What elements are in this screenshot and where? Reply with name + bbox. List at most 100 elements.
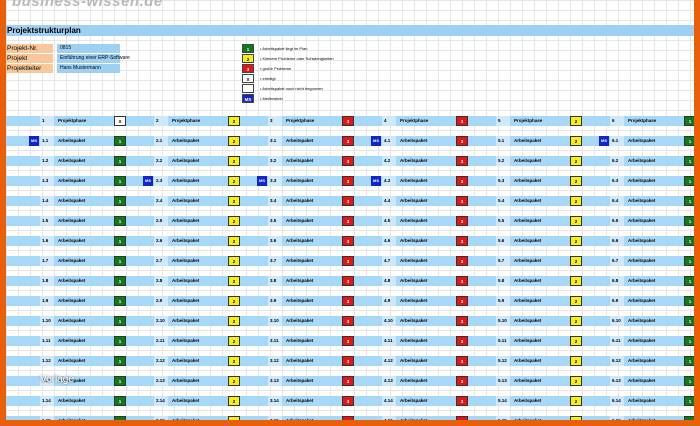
work-package-status-badge[interactable]: 2 <box>570 276 582 286</box>
work-package-name[interactable]: Arbeitspaket <box>284 276 313 286</box>
work-package-status-badge[interactable]: 1 <box>684 336 694 346</box>
work-package-name[interactable]: Arbeitspaket <box>626 316 655 326</box>
work-package-name[interactable]: Arbeitspaket <box>170 336 199 346</box>
work-package-status-badge[interactable]: 1 <box>684 236 694 246</box>
phase-status-badge[interactable]: 3 <box>456 116 468 126</box>
work-package-name[interactable]: Arbeitspaket <box>284 136 313 146</box>
work-package-status-badge[interactable]: 2 <box>228 276 240 286</box>
work-package-name[interactable]: Arbeitspaket <box>398 416 427 420</box>
work-package-status-badge[interactable]: 3 <box>342 416 354 420</box>
work-package-status-badge[interactable]: 3 <box>456 156 468 166</box>
work-package-name[interactable]: Arbeitspaket <box>512 216 541 226</box>
work-package-name[interactable]: Arbeitspaket <box>56 416 85 420</box>
work-package-name[interactable]: Arbeitspaket <box>284 176 313 186</box>
work-package-name[interactable]: Arbeitspaket <box>512 236 541 246</box>
work-package-name[interactable]: Arbeitspaket <box>512 196 541 206</box>
work-package-status-badge[interactable]: 1 <box>684 376 694 386</box>
work-package-name[interactable]: Arbeitspaket <box>398 176 427 186</box>
work-package-name[interactable]: Arbeitspaket <box>512 176 541 186</box>
work-package-status-badge[interactable]: 1 <box>114 336 126 346</box>
work-package-name[interactable]: Arbeitspaket <box>398 196 427 206</box>
work-package-name[interactable]: Arbeitspaket <box>512 396 541 406</box>
work-package-name[interactable]: Arbeitspaket <box>284 156 313 166</box>
work-package-name[interactable]: Arbeitspaket <box>284 316 313 326</box>
work-package-name[interactable]: Arbeitspaket <box>398 136 427 146</box>
work-package-status-badge[interactable]: 1 <box>114 276 126 286</box>
work-package-status-badge[interactable]: 3 <box>342 136 354 146</box>
work-package-status-badge[interactable]: 3 <box>342 236 354 246</box>
work-package-status-badge[interactable]: 1 <box>684 356 694 366</box>
work-package-name[interactable]: Arbeitspaket <box>512 316 541 326</box>
work-package-status-badge[interactable]: 1 <box>684 276 694 286</box>
phase-status-badge[interactable]: 2 <box>570 116 582 126</box>
work-package-status-badge[interactable]: 1 <box>684 396 694 406</box>
work-package-name[interactable]: Arbeitspaket <box>284 396 313 406</box>
phase-status-badge[interactable]: 3 <box>342 116 354 126</box>
work-package-status-badge[interactable]: 3 <box>456 256 468 266</box>
work-package-name[interactable]: Arbeitspaket <box>626 256 655 266</box>
work-package-status-badge[interactable]: 2 <box>228 356 240 366</box>
work-package-name[interactable]: Arbeitspaket <box>398 276 427 286</box>
work-package-status-badge[interactable]: 1 <box>114 156 126 166</box>
work-package-status-badge[interactable]: 3 <box>342 336 354 346</box>
work-package-status-badge[interactable]: 3 <box>342 256 354 266</box>
work-package-name[interactable]: Arbeitspaket <box>284 336 313 346</box>
work-package-name[interactable]: Arbeitspaket <box>398 216 427 226</box>
work-package-status-badge[interactable]: 2 <box>228 416 240 420</box>
work-package-name[interactable]: Arbeitspaket <box>170 356 199 366</box>
work-package-name[interactable]: Arbeitspaket <box>56 136 85 146</box>
work-package-name[interactable]: Arbeitspaket <box>626 236 655 246</box>
work-package-status-badge[interactable]: 3 <box>456 316 468 326</box>
work-package-status-badge[interactable]: 3 <box>342 176 354 186</box>
work-package-name[interactable]: Arbeitspaket <box>284 296 313 306</box>
work-package-name[interactable]: Arbeitspaket <box>512 256 541 266</box>
work-package-status-badge[interactable]: 1 <box>684 216 694 226</box>
work-package-status-badge[interactable]: 2 <box>570 296 582 306</box>
work-package-name[interactable]: Arbeitspaket <box>512 276 541 286</box>
work-package-name[interactable]: Arbeitspaket <box>398 376 427 386</box>
work-package-status-badge[interactable]: 2 <box>228 376 240 386</box>
project-manager-value[interactable]: Hans Mustermann <box>57 64 120 73</box>
work-package-name[interactable]: Arbeitspaket <box>626 176 655 186</box>
work-package-status-badge[interactable]: 1 <box>114 316 126 326</box>
work-package-name[interactable]: Arbeitspaket <box>398 396 427 406</box>
work-package-status-badge[interactable]: 3 <box>342 376 354 386</box>
work-package-name[interactable]: Arbeitspaket <box>170 256 199 266</box>
work-package-name[interactable]: Arbeitspaket <box>56 296 85 306</box>
work-package-status-badge[interactable]: 3 <box>456 236 468 246</box>
work-package-name[interactable]: Arbeitspaket <box>512 136 541 146</box>
work-package-name[interactable]: Arbeitspaket <box>398 236 427 246</box>
work-package-name[interactable]: Arbeitspaket <box>170 376 199 386</box>
work-package-status-badge[interactable]: 1 <box>684 136 694 146</box>
work-package-name[interactable]: Arbeitspaket <box>626 276 655 286</box>
phase-status-badge[interactable]: X <box>114 116 126 126</box>
work-package-status-badge[interactable]: 1 <box>114 416 126 420</box>
work-package-name[interactable]: Arbeitspaket <box>512 156 541 166</box>
work-package-status-badge[interactable]: 1 <box>684 416 694 420</box>
work-package-status-badge[interactable]: 1 <box>114 216 126 226</box>
work-package-status-badge[interactable]: 2 <box>228 176 240 186</box>
work-package-status-badge[interactable]: 3 <box>342 216 354 226</box>
work-package-name[interactable]: Arbeitspaket <box>56 216 85 226</box>
work-package-name[interactable]: Arbeitspaket <box>170 296 199 306</box>
project-number-value[interactable]: 0815 <box>57 44 120 53</box>
work-package-name[interactable]: Arbeitspaket <box>170 416 199 420</box>
work-package-status-badge[interactable]: 2 <box>570 396 582 406</box>
work-package-name[interactable]: Arbeitspaket <box>284 416 313 420</box>
work-package-name[interactable]: Arbeitspaket <box>626 196 655 206</box>
work-package-status-badge[interactable]: 2 <box>570 356 582 366</box>
work-package-name[interactable]: Arbeitspaket <box>398 156 427 166</box>
work-package-name[interactable]: Arbeitspaket <box>170 316 199 326</box>
work-package-name[interactable]: Arbeitspaket <box>56 336 85 346</box>
work-package-name[interactable]: Arbeitspaket <box>170 196 199 206</box>
work-package-status-badge[interactable]: 2 <box>228 136 240 146</box>
work-package-status-badge[interactable]: 1 <box>114 296 126 306</box>
work-package-status-badge[interactable]: 3 <box>456 136 468 146</box>
work-package-status-badge[interactable]: 3 <box>456 196 468 206</box>
work-package-name[interactable]: Arbeitspaket <box>512 376 541 386</box>
work-package-name[interactable]: Arbeitspaket <box>170 176 199 186</box>
work-package-name[interactable]: Arbeitspaket <box>512 336 541 346</box>
work-package-name[interactable]: Arbeitspaket <box>284 236 313 246</box>
work-package-status-badge[interactable]: 2 <box>570 236 582 246</box>
work-package-status-badge[interactable]: 1 <box>684 296 694 306</box>
